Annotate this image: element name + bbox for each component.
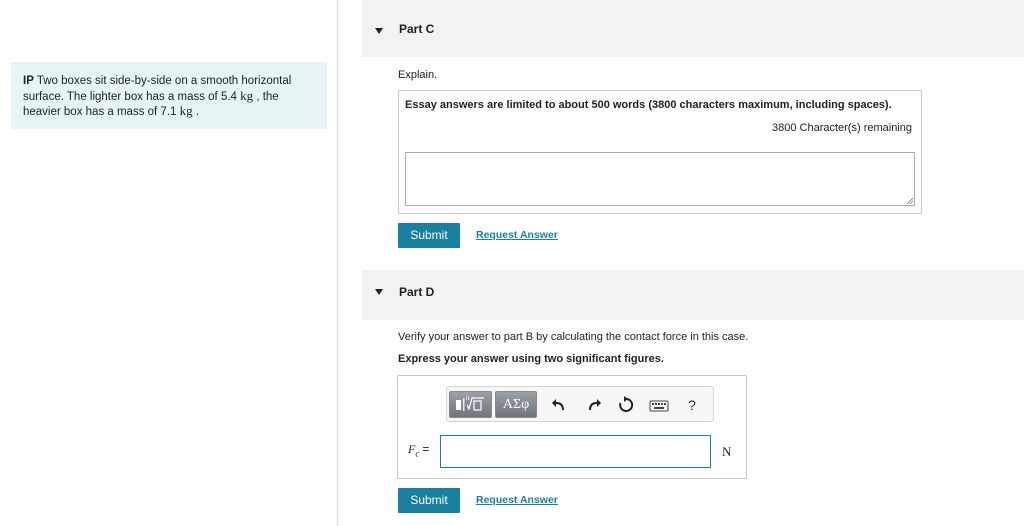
problem-statement: IP Two boxes sit side-by-side on a smoot… bbox=[11, 62, 327, 129]
part-d-submit-button[interactable]: Submit bbox=[398, 488, 460, 513]
problem-text-3: . bbox=[192, 106, 200, 118]
explain-label: Explain. bbox=[398, 69, 438, 81]
essay-textarea[interactable] bbox=[405, 152, 915, 206]
problem-pane: IP Two boxes sit side-by-side on a smoot… bbox=[0, 0, 338, 526]
part-c-submit-button[interactable]: Submit bbox=[398, 223, 460, 248]
math-toolbar: n ΑΣφ ? bbox=[446, 386, 714, 422]
collapse-caret-icon[interactable] bbox=[375, 28, 383, 34]
templates-button[interactable]: n bbox=[449, 391, 492, 418]
part-d-request-answer-link[interactable]: Request Answer bbox=[476, 494, 558, 506]
part-c-header[interactable]: Part C bbox=[362, 0, 1024, 57]
answer-instructions: Express your answer using two significan… bbox=[398, 353, 664, 365]
unit-label: N bbox=[722, 444, 732, 459]
part-c-request-answer-link[interactable]: Request Answer bbox=[476, 229, 558, 241]
equals-sign: = bbox=[422, 442, 430, 456]
reset-icon[interactable] bbox=[615, 394, 637, 416]
keyboard-icon[interactable] bbox=[648, 394, 670, 416]
question-text: Verify your answer to part B by calculat… bbox=[398, 331, 749, 343]
part-c-title: Part C bbox=[399, 22, 435, 36]
greek-symbols-button[interactable]: ΑΣφ bbox=[495, 391, 537, 418]
answer-variable-label: Fc = bbox=[408, 442, 429, 458]
help-icon[interactable]: ? bbox=[681, 394, 703, 416]
problem-unit-1: kg bbox=[240, 87, 254, 103]
variable-subscript: c bbox=[415, 448, 420, 459]
svg-text:n: n bbox=[466, 394, 470, 402]
undo-icon[interactable] bbox=[549, 394, 571, 416]
part-d-header[interactable]: Part D bbox=[362, 270, 1024, 320]
answer-container: n ΑΣφ ? Fc = N bbox=[397, 375, 747, 479]
character-counter: 3800 Character(s) remaining bbox=[771, 122, 912, 134]
collapse-caret-icon[interactable] bbox=[375, 289, 383, 295]
answer-input[interactable] bbox=[440, 435, 711, 468]
part-d-title: Part D bbox=[399, 285, 435, 299]
redo-icon[interactable] bbox=[582, 394, 604, 416]
essay-container: Essay answers are limited to about 500 w… bbox=[398, 90, 922, 214]
problem-prefix: IP bbox=[23, 75, 34, 87]
essay-limit-note: Essay answers are limited to about 500 w… bbox=[405, 99, 892, 111]
problem-unit-2: kg bbox=[179, 103, 193, 118]
templates-icon: n bbox=[456, 394, 484, 411]
resize-grip-icon[interactable] bbox=[906, 197, 913, 204]
